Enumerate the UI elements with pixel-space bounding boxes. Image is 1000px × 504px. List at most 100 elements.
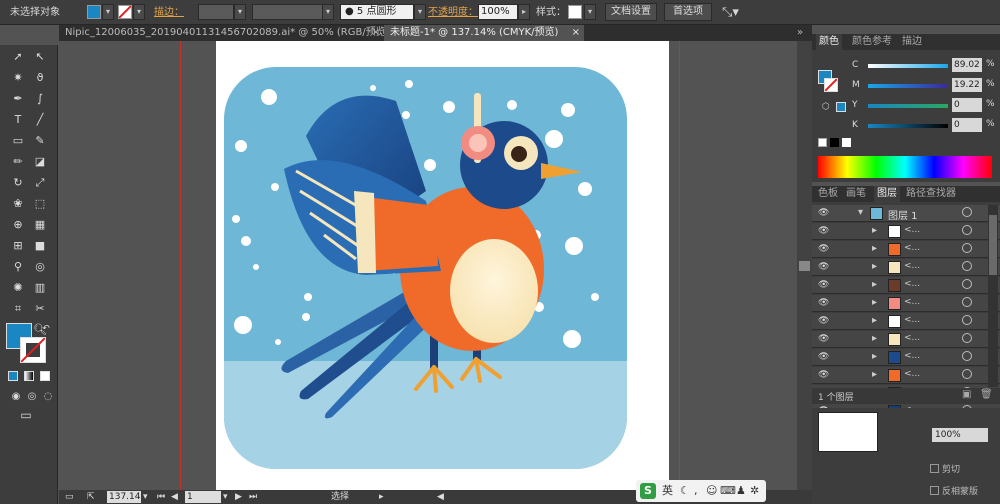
eye-icon[interactable]: 👁︎ <box>818 244 829 254</box>
target-icon[interactable] <box>962 207 972 217</box>
black-slider[interactable] <box>868 124 948 128</box>
delete-layer-icon[interactable]: 🗑︎ <box>980 389 993 400</box>
next-artboard-icon[interactable]: ▶ <box>235 490 242 504</box>
ime-toolbar[interactable]: S 英 ☾ , ☺ ⌨ ♟ ✲ <box>636 480 766 502</box>
stroke-weight-input[interactable] <box>198 4 234 20</box>
variable-width-select[interactable] <box>252 4 324 20</box>
magenta-slider[interactable] <box>868 84 948 88</box>
none-mode-icon[interactable] <box>40 371 50 381</box>
lasso-tool-icon[interactable]: ϑ <box>32 70 48 86</box>
expand-icon[interactable]: ▸ <box>872 225 877 236</box>
opacity-label[interactable]: 不透明度： <box>428 0 478 25</box>
stroke-label[interactable]: 描边： <box>154 0 184 25</box>
punctuation-icon[interactable]: , <box>694 480 698 502</box>
scroll-thumb[interactable] <box>989 215 997 275</box>
moon-icon[interactable]: ☾ <box>680 480 690 502</box>
layer-row-sub[interactable]: 👁︎ ▸ <... <box>812 367 1000 384</box>
style-dropdown[interactable]: ▾ <box>584 4 596 20</box>
fill-dropdown[interactable]: ▾ <box>102 4 114 20</box>
pencil-tool-icon[interactable]: ✏ <box>10 154 26 170</box>
eraser-tool-icon[interactable]: ◪ <box>32 154 48 170</box>
mask-thumbnail[interactable] <box>818 412 878 452</box>
target-icon[interactable] <box>962 225 972 235</box>
canvas-area[interactable] <box>59 41 797 490</box>
layer-row-sub[interactable]: 👁︎ ▸ <... <box>812 331 1000 348</box>
eye-icon[interactable]: 👁︎ <box>818 262 829 272</box>
zoom-input[interactable]: 137.14 <box>107 491 141 503</box>
last-artboard-icon[interactable]: ⏭ <box>249 490 257 504</box>
layer-row-sub[interactable]: 👁︎ ▸ <... <box>812 349 1000 366</box>
eye-icon[interactable]: 👁︎ <box>818 280 829 290</box>
rotate-tool-icon[interactable]: ↻ <box>10 175 26 191</box>
tab-brushes[interactable]: 画笔 <box>846 186 866 202</box>
invert-mask-checkbox[interactable] <box>930 486 939 495</box>
eye-icon[interactable]: 👁︎ <box>818 226 829 236</box>
expand-icon[interactable]: ▸ <box>872 369 877 380</box>
screen-mode-icon[interactable]: ▭ <box>18 407 34 423</box>
target-icon[interactable] <box>962 351 972 361</box>
stroke-swatch[interactable] <box>118 5 132 19</box>
rectangle-tool-icon[interactable]: ▭ <box>10 133 26 149</box>
selection-tool-icon[interactable]: ➚ <box>10 49 26 65</box>
paintbrush-tool-icon[interactable]: ✎ <box>32 133 48 149</box>
target-icon[interactable] <box>962 297 972 307</box>
expand-icon[interactable]: ▸ <box>872 279 877 290</box>
eye-icon[interactable]: 👁︎ <box>818 334 829 344</box>
style-swatch[interactable] <box>568 5 582 19</box>
draw-behind-icon[interactable]: ◎ <box>24 389 40 405</box>
eye-icon[interactable]: 👁︎ <box>818 298 829 308</box>
keyboard-icon[interactable]: ⌨ <box>720 480 736 502</box>
layer-row-sub[interactable]: 👁︎ ▸ <... <box>812 313 1000 330</box>
eyedropper-tool-icon[interactable]: ⚲ <box>10 259 26 275</box>
gradient-tool-icon[interactable]: ■ <box>32 238 48 254</box>
type-tool-icon[interactable]: T <box>10 112 26 128</box>
none-color-swatch[interactable] <box>818 138 827 147</box>
tab-color[interactable]: 颜色 <box>816 34 842 50</box>
transparency-opacity-input[interactable]: 100% <box>932 428 988 442</box>
black-color-swatch[interactable] <box>830 138 839 147</box>
scale-tool-icon[interactable]: ⤢ <box>32 175 48 191</box>
canvas-vertical-scrollbar[interactable] <box>797 41 812 490</box>
first-artboard-icon[interactable]: ⏮ <box>157 490 165 504</box>
arrange-icon[interactable]: ⤡▾ <box>722 0 739 25</box>
layer-row-sub[interactable]: 👁︎ ▸ <... <box>812 295 1000 312</box>
magic-wand-tool-icon[interactable]: ✷ <box>10 70 26 86</box>
line-tool-icon[interactable]: ╱ <box>32 112 48 128</box>
layer-row-sub[interactable]: 👁︎ ▸ <... <box>812 223 1000 240</box>
expand-icon[interactable]: ▸ <box>872 333 877 344</box>
ime-lang[interactable]: 英 <box>662 480 673 502</box>
stroke-color-swatch[interactable] <box>20 337 46 363</box>
artboard[interactable] <box>216 41 669 490</box>
color-spectrum[interactable] <box>818 156 992 178</box>
target-icon[interactable] <box>962 279 972 289</box>
scroll-thumb[interactable] <box>799 261 810 271</box>
gradient-mode-icon[interactable] <box>24 371 34 381</box>
emoji-icon[interactable]: ☺ <box>706 480 717 502</box>
tab-swatches[interactable]: 色板 <box>818 186 838 202</box>
magenta-input[interactable]: 19.22 <box>952 78 982 92</box>
expand-icon[interactable]: ▸ <box>872 297 877 308</box>
zoom-dropdown[interactable]: ▾ <box>143 490 148 504</box>
tab-untitled[interactable]: 未标题-1* @ 137.14% (CMYK/预览) × <box>384 25 584 41</box>
yellow-slider[interactable] <box>868 104 948 108</box>
white-color-swatch[interactable] <box>842 138 851 147</box>
warp-tool-icon[interactable]: ❀ <box>10 196 26 212</box>
tab-layers[interactable]: 图层 <box>874 186 900 202</box>
eye-icon[interactable]: 👁︎ <box>818 208 829 218</box>
fill-swatch[interactable] <box>87 5 101 19</box>
tools-icon[interactable]: ✲ <box>750 480 759 502</box>
expand-icon[interactable]: ▸ <box>872 243 877 254</box>
target-icon[interactable] <box>962 315 972 325</box>
target-icon[interactable] <box>962 261 972 271</box>
ime-logo-icon[interactable]: S <box>640 483 656 499</box>
doc-setup-button[interactable]: 文档设置 <box>605 3 657 21</box>
symbol-sprayer-tool-icon[interactable]: ✺ <box>10 280 26 296</box>
tabs-overflow-icon[interactable]: » <box>797 25 812 41</box>
stroke-dropdown[interactable]: ▾ <box>133 4 145 20</box>
artboard-dropdown[interactable]: ▾ <box>223 490 228 504</box>
target-icon[interactable] <box>962 369 972 379</box>
tab-color-guide[interactable]: 颜色参考 <box>852 34 892 50</box>
layer-row-sub[interactable]: 👁︎ ▸ <... <box>812 277 1000 294</box>
draw-normal-icon[interactable]: ◉ <box>8 389 24 405</box>
brush-select[interactable]: ● 5 点圆形 <box>340 4 414 20</box>
